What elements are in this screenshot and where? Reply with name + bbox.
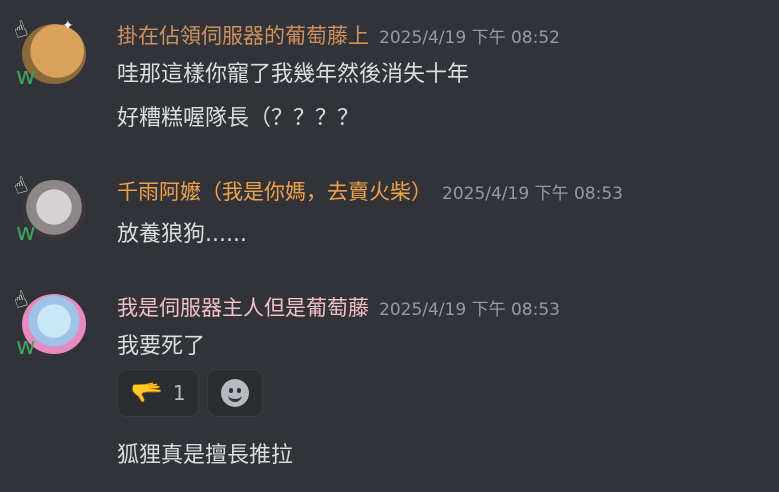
username[interactable]: 我是伺服器主人但是葡萄藤: [117, 292, 369, 322]
reaction-count: 1: [172, 381, 186, 405]
smile-plus-icon: [221, 379, 249, 407]
message-text: 哇那這樣你寵了我幾年然後消失十年: [117, 62, 470, 87]
timestamp[interactable]: 2025/4/19 下午 08:53: [442, 179, 623, 204]
username[interactable]: 千雨阿嬤（我是你媽，去賣火柴）: [117, 176, 432, 206]
reactions-bar: 🫳 1: [117, 369, 263, 417]
reaction-button[interactable]: 🫳 1: [117, 369, 199, 417]
avatar-decoration-2[interactable]: ☝ ᴡ: [10, 172, 92, 246]
grass-icon: ᴡ: [16, 332, 36, 360]
message-text: 放養狼狗......: [117, 222, 247, 247]
message-text: 好糟糕喔隊長（？？？？: [117, 106, 360, 131]
message-text: 狐狸真是擅長推拉: [117, 443, 294, 468]
add-reaction-button[interactable]: [207, 369, 263, 417]
hand-palm-down-icon: 🫳: [130, 378, 163, 408]
timestamp[interactable]: 2025/4/19 下午 08:52: [379, 23, 560, 48]
hand-icon: ☝: [10, 172, 32, 201]
wand-icon: ✦: [62, 18, 74, 34]
username[interactable]: 掛在佔領伺服器的葡萄藤上: [117, 20, 369, 50]
avatar-decoration-3[interactable]: ☝ ᴡ: [10, 286, 92, 360]
grass-icon: ᴡ: [16, 218, 36, 246]
avatar-decoration-1[interactable]: ☝ ✦ ᴡ: [10, 16, 92, 90]
hand-icon: ☝: [10, 286, 32, 315]
hand-icon: ☝: [10, 16, 32, 45]
message-text: 我要死了: [117, 334, 206, 359]
timestamp[interactable]: 2025/4/19 下午 08:53: [379, 295, 560, 320]
grass-icon: ᴡ: [16, 62, 36, 90]
